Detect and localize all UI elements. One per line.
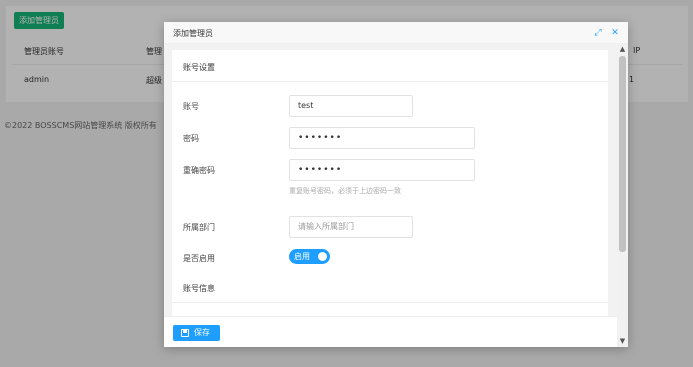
account-input[interactable]: test <box>289 95 413 117</box>
toggle-text: 启用 <box>294 252 310 261</box>
dialog-title: 添加管理员 <box>173 29 213 38</box>
password-input[interactable]: ••••••• <box>289 127 475 149</box>
confirm-password-label: 重确密码 <box>183 166 215 175</box>
save-button[interactable]: 保存 <box>173 325 220 341</box>
enabled-label: 是否启用 <box>183 254 215 263</box>
expand-icon[interactable]: ⤢ <box>593 28 603 38</box>
form-card: 账号设置 账号 test 密码 ••••••• 重确密码 ••••••• 重复账… <box>172 50 608 330</box>
add-admin-dialog: 添加管理员 ⤢ ✕ 账号设置 账号 test 密码 ••••••• 重确密码 •… <box>164 22 628 347</box>
scroll-up-icon[interactable]: ▲ <box>617 44 628 55</box>
enabled-toggle[interactable]: 启用 <box>289 249 330 264</box>
section-divider <box>172 302 608 303</box>
dialog-body: 账号设置 账号 test 密码 ••••••• 重确密码 ••••••• 重复账… <box>164 44 628 337</box>
section-divider <box>172 81 608 82</box>
account-label: 账号 <box>183 102 199 111</box>
save-icon <box>181 329 189 337</box>
close-icon[interactable]: ✕ <box>610 28 620 38</box>
department-input[interactable]: 请输入所属部门 <box>289 216 413 238</box>
section-title-account-settings: 账号设置 <box>183 63 215 72</box>
scroll-thumb[interactable] <box>619 56 626 252</box>
dialog-scrollbar[interactable]: ▲ ▼ <box>617 44 628 347</box>
scroll-down-icon[interactable]: ▼ <box>617 336 628 347</box>
toggle-knob <box>318 252 327 261</box>
dialog-footer: 保存 <box>164 316 617 347</box>
password-label: 密码 <box>183 134 199 143</box>
department-label: 所属部门 <box>183 223 215 232</box>
section-title-account-info: 账号信息 <box>183 284 215 293</box>
dialog-header: 添加管理员 ⤢ ✕ <box>164 22 628 44</box>
confirm-password-help: 重复账号密码，必须于上边密码一致 <box>289 187 401 195</box>
confirm-password-input[interactable]: ••••••• <box>289 159 475 181</box>
save-label: 保存 <box>194 328 210 337</box>
